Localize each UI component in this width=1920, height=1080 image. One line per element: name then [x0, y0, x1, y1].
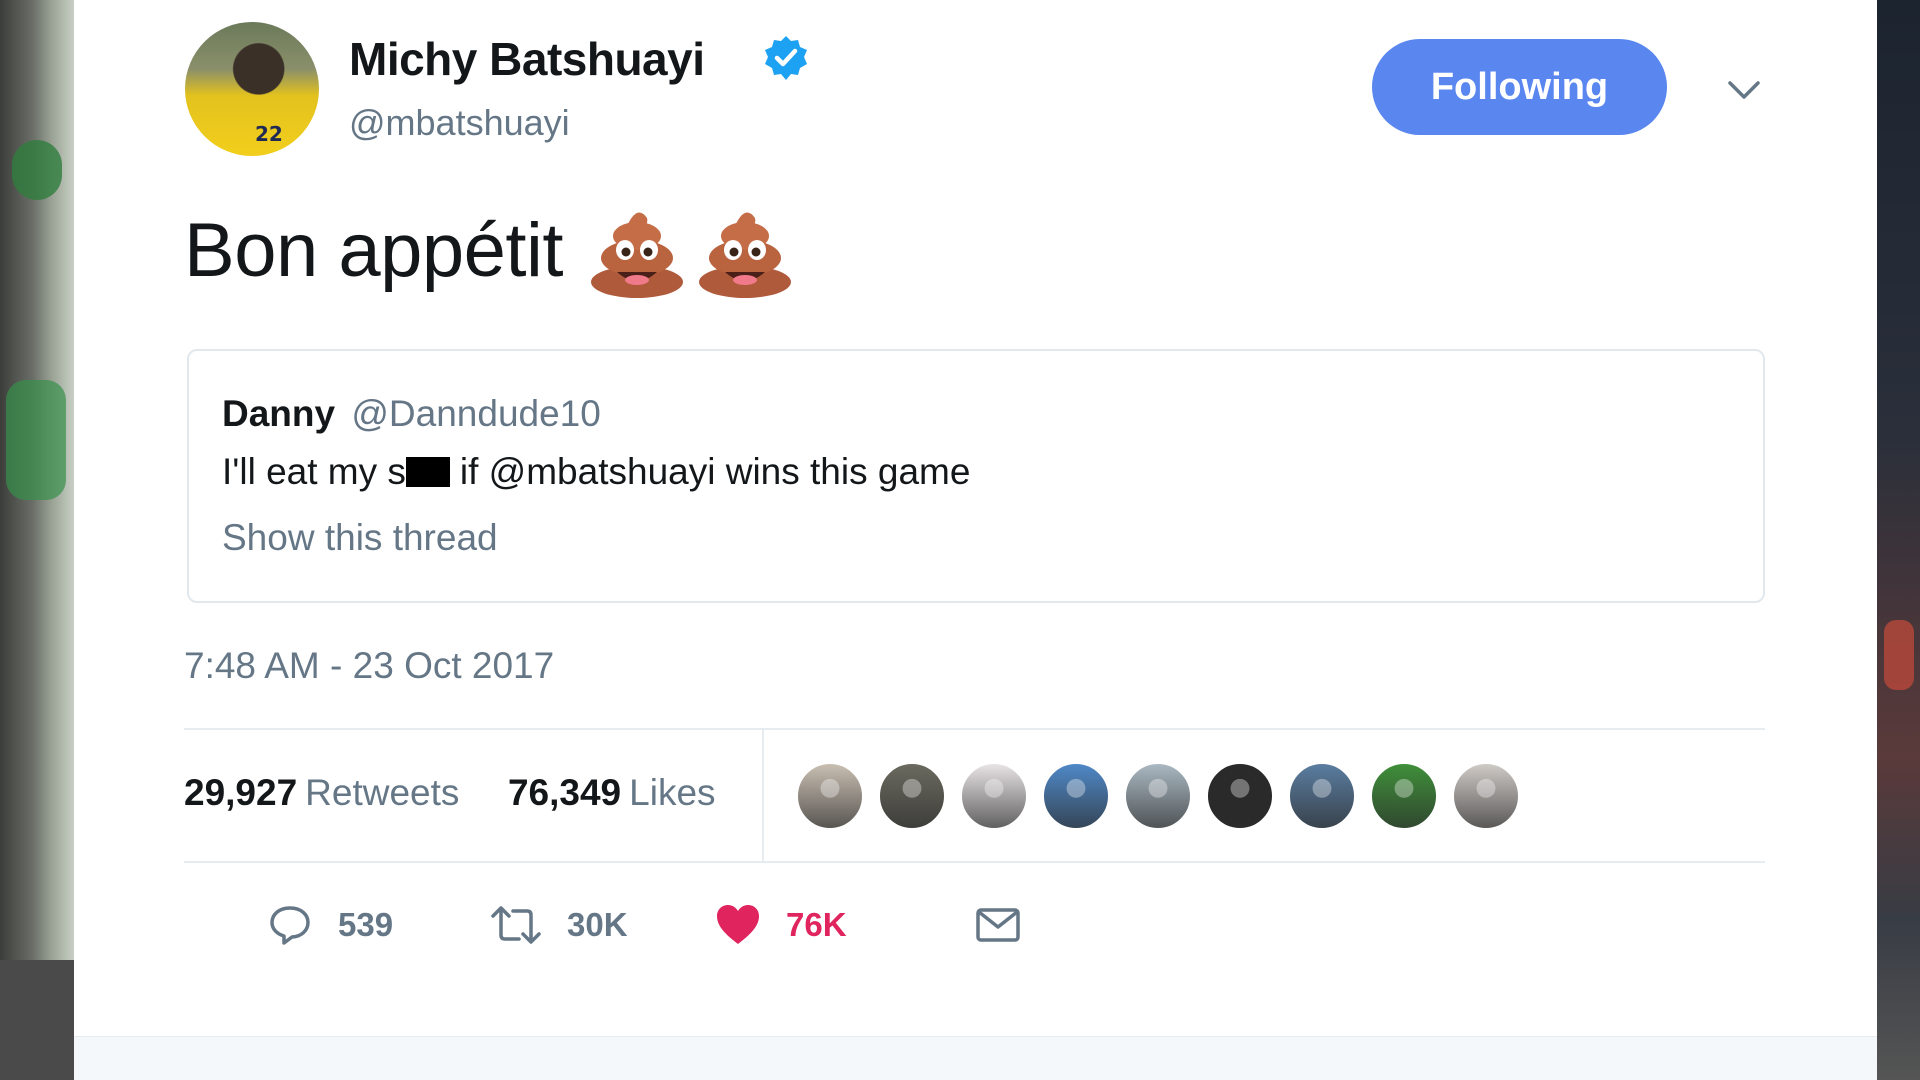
- tweet-text-body: Bon appétit: [184, 207, 564, 293]
- tweet-timestamp[interactable]: 7:48 AM - 23 Oct 2017: [184, 645, 554, 687]
- card-footer: [74, 1036, 1877, 1080]
- like-button[interactable]: 76K: [714, 895, 847, 955]
- liker-avatar[interactable]: [960, 762, 1028, 830]
- likes-stat[interactable]: 76,349 Likes: [498, 772, 716, 813]
- liker-avatar[interactable]: [796, 762, 864, 830]
- reply-icon: [270, 906, 310, 945]
- quoted-tweet-text-after: if @mbatshuayi wins this game: [459, 451, 971, 492]
- avatar-jersey-number: 22: [255, 122, 283, 146]
- liker-avatar[interactable]: [1370, 762, 1438, 830]
- liker-avatar[interactable]: [1206, 762, 1274, 830]
- user-handle[interactable]: @mbatshuayi: [349, 102, 570, 144]
- quoted-tweet-name: Danny: [222, 393, 336, 434]
- quoted-tweet-handle: @Danndude10: [351, 393, 601, 434]
- retweet-count: 30K: [567, 906, 628, 943]
- retweets-label: Retweets: [305, 772, 460, 813]
- likes-label: Likes: [629, 772, 716, 813]
- divider: [184, 861, 1765, 863]
- retweet-icon: [491, 906, 541, 944]
- quoted-tweet-author: Danny @Danndude10: [222, 393, 601, 435]
- vertical-divider: [762, 730, 764, 861]
- liker-avatar[interactable]: [1124, 762, 1192, 830]
- chevron-down-icon[interactable]: [1724, 70, 1764, 110]
- avatar[interactable]: 22: [185, 22, 319, 156]
- liker-avatar[interactable]: [1288, 762, 1356, 830]
- background-photo-left: [0, 0, 74, 1080]
- reply-button[interactable]: 539: [266, 895, 393, 955]
- like-count: 76K: [786, 906, 847, 943]
- liker-avatar[interactable]: [1452, 762, 1520, 830]
- envelope-icon: [976, 908, 1020, 942]
- poop-emoji-icon: [591, 212, 684, 298]
- retweets-stat[interactable]: 29,927 Retweets: [184, 772, 470, 813]
- following-button[interactable]: Following: [1372, 39, 1667, 135]
- tweet-text: Bon appétit: [184, 200, 795, 300]
- retweet-button[interactable]: 30K: [489, 895, 628, 955]
- liker-avatar[interactable]: [1042, 762, 1110, 830]
- quoted-tweet[interactable]: Danny @Danndude10 I'll eat my s if @mbat…: [187, 349, 1765, 603]
- poop-emoji-icon: [699, 212, 792, 298]
- background-photo-right: [1876, 0, 1920, 1080]
- reply-count: 539: [338, 906, 394, 943]
- retweets-count: 29,927: [184, 772, 298, 813]
- display-name[interactable]: Michy Batshuayi: [349, 32, 705, 86]
- divider: [184, 728, 1765, 730]
- quoted-tweet-text: I'll eat my s if @mbatshuayi wins this g…: [222, 451, 970, 493]
- likes-count: 76,349: [507, 772, 622, 813]
- liker-avatar[interactable]: [878, 762, 946, 830]
- show-thread-link[interactable]: Show this thread: [222, 517, 498, 559]
- tweet-card: 22 Michy Batshuayi @mbatshuayi Following…: [74, 0, 1877, 1080]
- verified-badge-icon: [765, 36, 807, 80]
- liker-avatars: [796, 762, 1534, 830]
- tweet-stats: 29,927 Retweets 76,349 Likes: [184, 772, 716, 814]
- censor-bar: [405, 457, 450, 487]
- heart-icon: [717, 905, 759, 944]
- quoted-tweet-text-before: I'll eat my s: [222, 451, 406, 492]
- direct-message-button[interactable]: [974, 895, 1022, 955]
